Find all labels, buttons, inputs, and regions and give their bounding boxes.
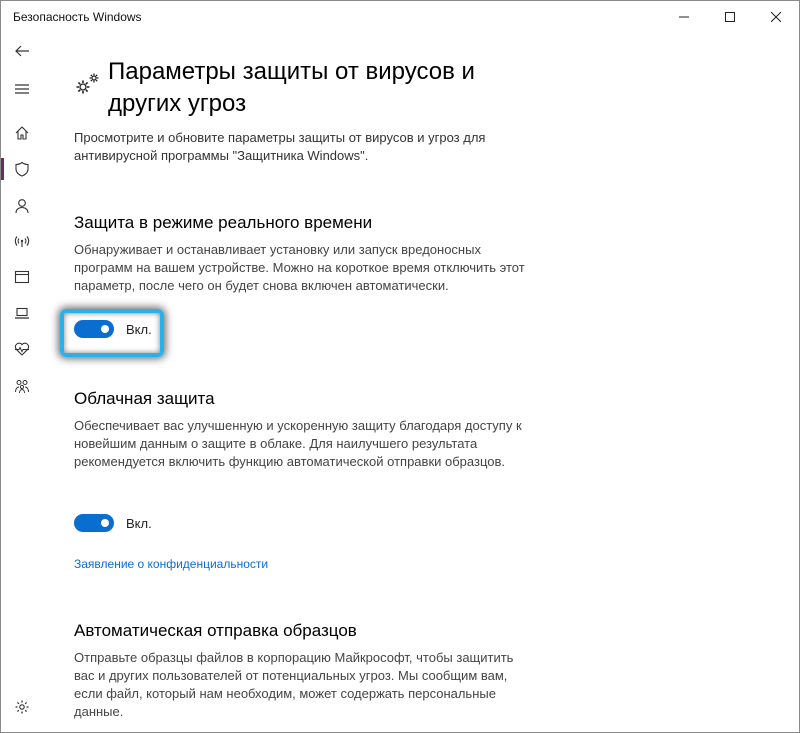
cloud-protection-title: Облачная защита (74, 389, 215, 408)
page-title: Параметры защиты от вирусов и других угр… (108, 58, 475, 117)
cloud-protection-toggle[interactable] (74, 514, 114, 532)
cloud-protection-toggle-label: Вкл. (126, 515, 152, 531)
sidebar (1, 33, 43, 732)
sidebar-item-home[interactable] (1, 115, 43, 151)
sample-submission-title: Автоматическая отправка образцов (74, 621, 357, 640)
cloud-protection-toggle-row: Вкл. (74, 513, 152, 533)
person-icon (15, 199, 29, 214)
sidebar-item-account[interactable] (1, 188, 43, 224)
sidebar-item-family[interactable] (1, 368, 43, 404)
sidebar-item-app-browser[interactable] (1, 259, 43, 295)
realtime-protection-description: Обнаруживает и останавливает установку и… (74, 242, 525, 293)
close-button[interactable] (753, 1, 799, 33)
hamburger-icon (15, 84, 29, 94)
realtime-protection-title: Защита в режиме реального времени (74, 213, 373, 232)
title-bar: Безопасность Windows (1, 1, 799, 33)
back-button[interactable] (1, 33, 43, 69)
shield-icon (15, 161, 29, 177)
wifi-icon (14, 236, 30, 247)
close-icon (771, 12, 781, 22)
gear-icon (15, 700, 29, 714)
sample-submission-description: Отправьте образцы файлов в корпорацию Ма… (74, 650, 514, 719)
privacy-statement-link[interactable]: Заявление о конфиденциальности (74, 557, 268, 571)
toggle-knob (101, 519, 109, 527)
app-window: Безопасность Windows Параметры защиты от… (0, 0, 800, 733)
minimize-button[interactable] (661, 1, 707, 33)
browser-window-icon (14, 270, 30, 284)
realtime-protection-toggle-row: Вкл. (60, 309, 164, 357)
toggle-knob (101, 325, 109, 333)
sidebar-item-device-security[interactable] (1, 295, 43, 331)
page-description: Просмотрите и обновите параметры защиты … (74, 130, 486, 163)
sidebar-item-device-health[interactable] (1, 331, 43, 367)
sidebar-item-virus-protection[interactable] (1, 151, 43, 187)
sidebar-item-firewall[interactable] (1, 223, 43, 259)
minimize-icon (679, 16, 689, 18)
sidebar-item-settings[interactable] (1, 689, 43, 725)
maximize-button[interactable] (707, 1, 753, 33)
back-arrow-icon (15, 45, 29, 57)
cloud-protection-description: Обеспечивает вас улучшенную и ускоренную… (74, 418, 522, 469)
gears-icon (76, 73, 99, 94)
realtime-protection-toggle[interactable] (74, 320, 114, 338)
family-icon (15, 380, 29, 394)
home-icon (15, 126, 29, 140)
window-title: Безопасность Windows (13, 10, 142, 24)
heart-pulse-icon (14, 342, 30, 356)
laptop-icon (15, 307, 29, 319)
menu-button[interactable] (1, 71, 43, 107)
maximize-icon (725, 12, 735, 22)
